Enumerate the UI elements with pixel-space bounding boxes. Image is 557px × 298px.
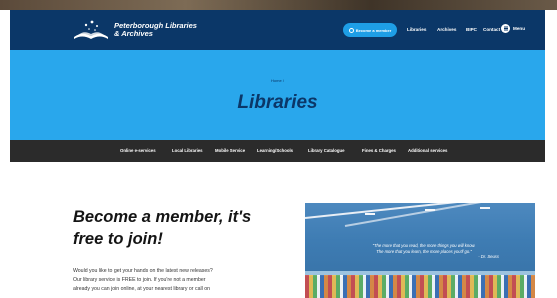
menu-button[interactable]: Menu xyxy=(501,24,525,33)
open-book-logo-icon xyxy=(72,19,110,41)
quote-attribution: - Dr. Seuss xyxy=(478,254,499,259)
nav-libraries[interactable]: Libraries xyxy=(407,27,426,32)
logo-text: Peterborough Libraries & Archives xyxy=(114,22,204,38)
page: Peterborough Libraries & Archives Become… xyxy=(10,10,545,298)
subnav-local-libraries[interactable]: Local Libraries xyxy=(172,148,203,153)
site-logo[interactable]: Peterborough Libraries & Archives xyxy=(72,19,204,41)
become-member-label: Become a member xyxy=(355,27,392,33)
top-background-photo xyxy=(0,0,557,10)
subnav-learning-schools[interactable]: Learning/Schools xyxy=(257,148,293,153)
wall-quote: "The more that you read, the more things… xyxy=(339,243,509,260)
ceiling-light xyxy=(480,207,490,209)
subnav-library-catalogue[interactable]: Library Catalogue xyxy=(308,148,345,153)
subnav-mobile-service[interactable]: Mobile Service xyxy=(215,148,245,153)
become-member-button[interactable]: Become a member xyxy=(343,23,397,37)
headline-line-2: free to join! xyxy=(73,230,163,248)
headline-line-1: Become a member, it's xyxy=(73,208,252,226)
user-icon xyxy=(348,27,354,33)
membership-headline: Become a member, it's free to join! xyxy=(73,206,273,250)
secondary-nav: Online e-services Local Libraries Mobile… xyxy=(10,140,545,162)
nav-archives[interactable]: Archives xyxy=(437,27,456,32)
menu-label: Menu xyxy=(513,26,525,31)
subnav-fines-charges[interactable]: Fines & Charges xyxy=(362,148,396,153)
site-header: Peterborough Libraries & Archives Become… xyxy=(10,10,545,50)
membership-body-text: Would you like to get your hands on the … xyxy=(73,267,273,294)
library-interior-photo: "The more that you read, the more things… xyxy=(305,203,535,298)
ceiling-light xyxy=(365,213,375,215)
nav-bipc[interactable]: BIPC xyxy=(466,27,477,32)
breadcrumb[interactable]: Home / xyxy=(10,78,545,83)
body-line-3: already you can join online, at your nea… xyxy=(73,286,210,292)
bookshelf xyxy=(305,275,535,298)
hero-banner: Home / Libraries xyxy=(10,50,545,140)
subnav-additional-services[interactable]: Additional services xyxy=(408,148,447,153)
subnav-online-e-services[interactable]: Online e-services xyxy=(120,148,156,153)
ceiling-light xyxy=(425,209,435,211)
page-title: Libraries xyxy=(237,92,318,113)
nav-contact[interactable]: Contact xyxy=(483,27,500,32)
body-line-2: Our library service is FREE to join. If … xyxy=(73,277,206,283)
body-line-1: Would you like to get your hands on the … xyxy=(73,268,213,274)
logo-line-2: & Archives xyxy=(114,29,153,38)
hamburger-icon xyxy=(501,24,510,33)
